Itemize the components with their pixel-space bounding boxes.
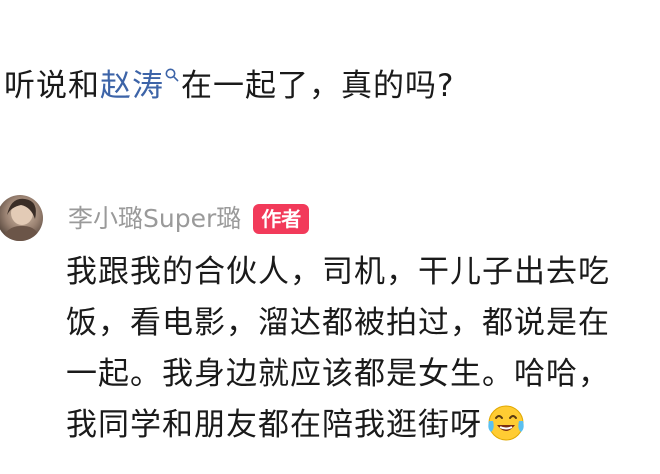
mention-link[interactable]: 赵涛 [100,68,164,104]
avatar[interactable] [0,195,43,241]
comment-author-row: 李小璐Super璐 作者 [68,203,310,235]
post-question: 听说和赵涛 在一起了，真的吗? [4,64,454,108]
author-name[interactable]: 李小璐Super璐 [68,203,241,235]
comment-line-text: 我同学和朋友都在陪我逛街呀 [66,407,482,443]
comment-line: 我跟我的合伙人，司机，干儿子出去吃 [66,254,610,290]
comment-item: 李小璐Super璐 作者 我跟我的合伙人，司机，干儿子出去吃 饭，看电影，溜达都… [0,185,660,474]
comment-line: 一起。我身边就应该都是女生。哈哈， [66,356,610,392]
crying-laughing-emoji-icon [488,405,524,440]
question-text-before: 听说和 [4,68,100,104]
comment-thread: 听说和赵涛 在一起了，真的吗? 李小璐Super璐 作者 我跟我的合伙人，司机，干… [0,0,660,474]
comment-line-with-emoji: 我同学和朋友都在陪我逛街呀 [66,400,660,451]
search-icon[interactable] [165,68,179,82]
author-badge: 作者 [253,204,310,234]
comment-line: 饭，看电影，溜达都被拍过，都说是在 [66,305,610,341]
question-text-after: 在一起了，真的吗? [181,68,455,104]
avatar-image [1,198,41,241]
comment-body: 我跟我的合伙人，司机，干儿子出去吃 饭，看电影，溜达都被拍过，都说是在 一起。我… [66,247,660,451]
